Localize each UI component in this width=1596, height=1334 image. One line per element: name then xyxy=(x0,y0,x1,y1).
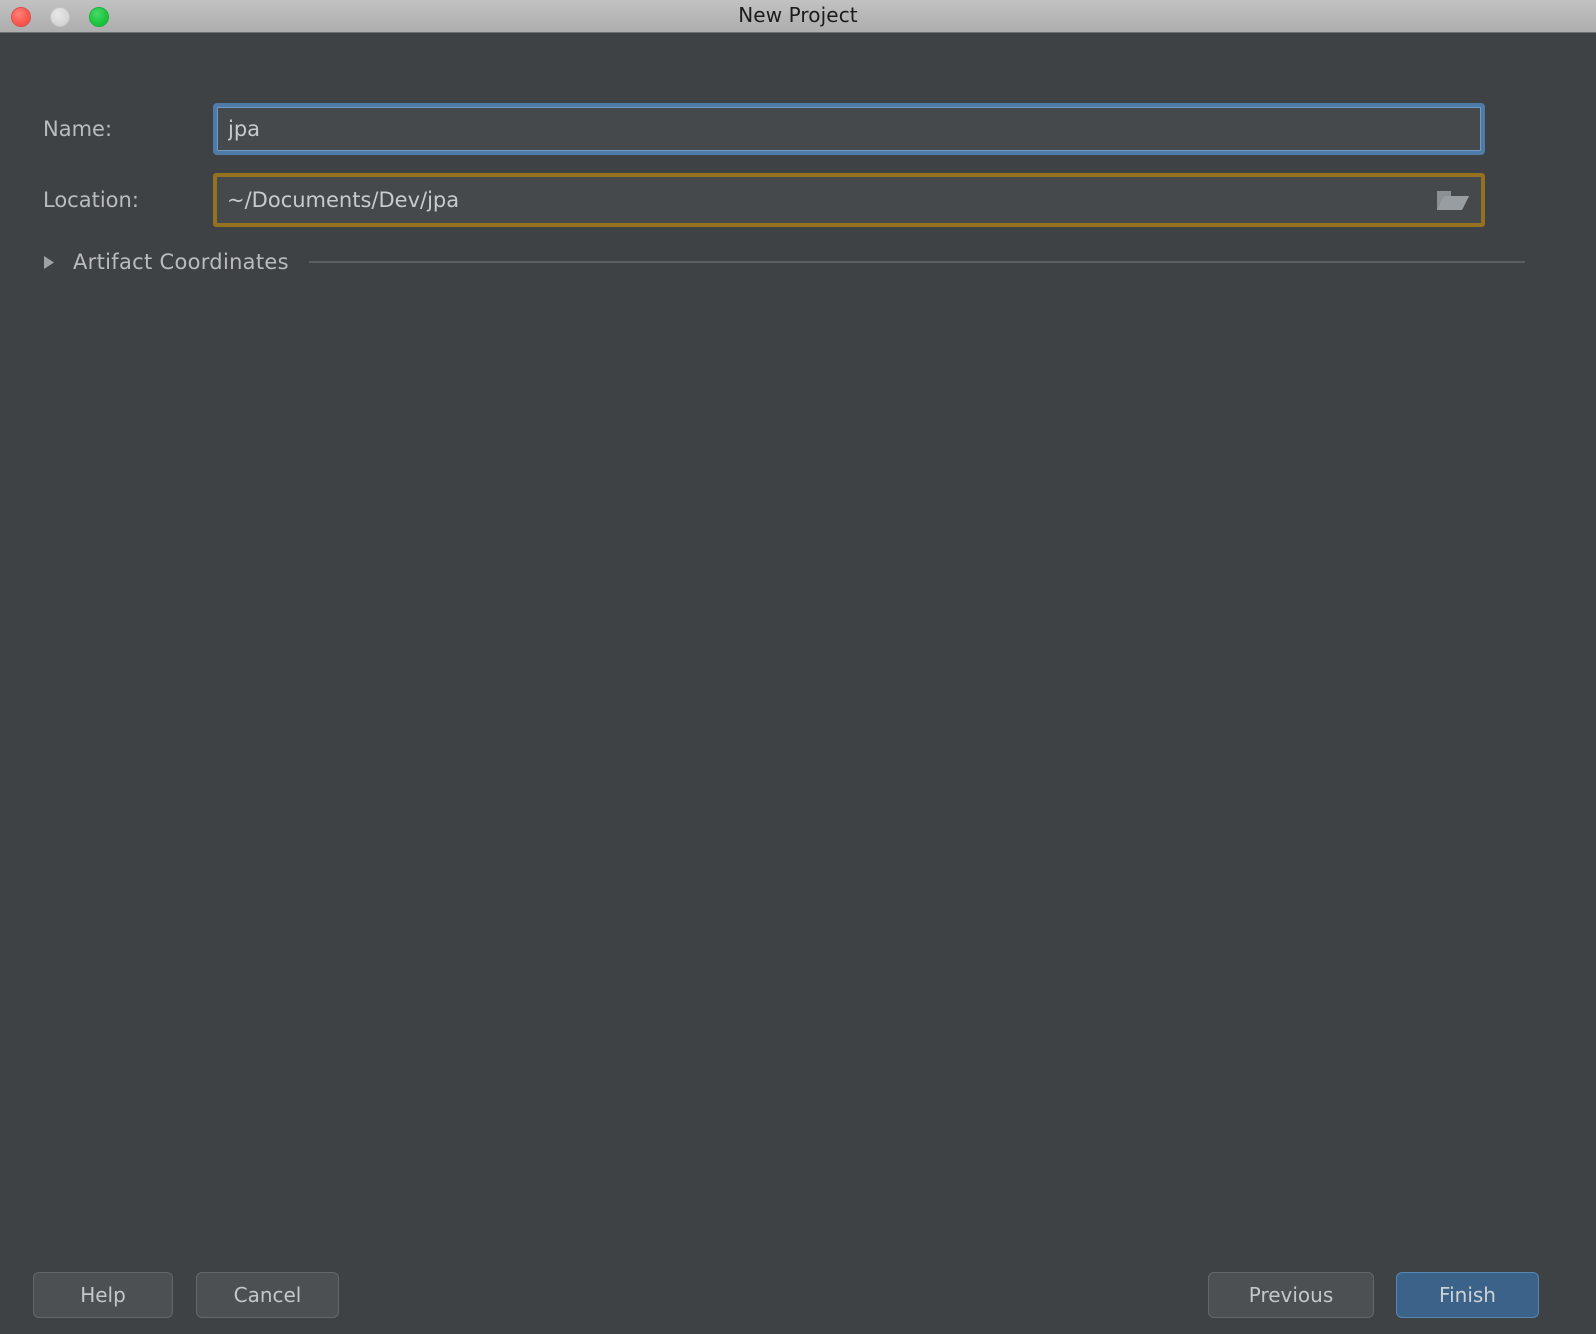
cancel-button[interactable]: Cancel xyxy=(196,1272,339,1318)
maximize-window-button[interactable] xyxy=(89,6,109,27)
dialog-content-area: Name: Location: xyxy=(0,33,1596,1334)
help-button[interactable]: Help xyxy=(33,1272,173,1318)
minimize-window-button[interactable] xyxy=(50,6,70,27)
browse-location-button[interactable] xyxy=(1425,177,1481,223)
dialog-footer: Help Cancel Previous Finish xyxy=(0,1272,1596,1318)
previous-button[interactable]: Previous xyxy=(1208,1272,1374,1318)
window-title: New Project xyxy=(738,3,858,27)
artifact-coordinates-section-header[interactable]: Artifact Coordinates xyxy=(43,247,1525,277)
folder-open-icon xyxy=(1436,187,1470,213)
finish-button[interactable]: Finish xyxy=(1396,1272,1539,1318)
close-window-button[interactable] xyxy=(11,6,31,27)
name-field-row: Name: xyxy=(0,103,1596,155)
location-label: Location: xyxy=(43,187,139,212)
artifact-coordinates-label: Artifact Coordinates xyxy=(73,249,289,274)
traffic-light-buttons xyxy=(11,0,109,33)
triangle-right-icon[interactable] xyxy=(43,254,57,270)
location-input-container[interactable] xyxy=(213,173,1485,227)
new-project-dialog-window: New Project Name: Location: xyxy=(0,0,1596,1334)
name-label: Name: xyxy=(43,116,113,141)
name-input-container[interactable] xyxy=(213,103,1485,155)
location-field-row: Location: xyxy=(0,173,1596,227)
section-divider xyxy=(308,261,1525,263)
location-input[interactable] xyxy=(217,177,1425,223)
window-titlebar: New Project xyxy=(0,0,1596,33)
name-input[interactable] xyxy=(218,108,1480,150)
